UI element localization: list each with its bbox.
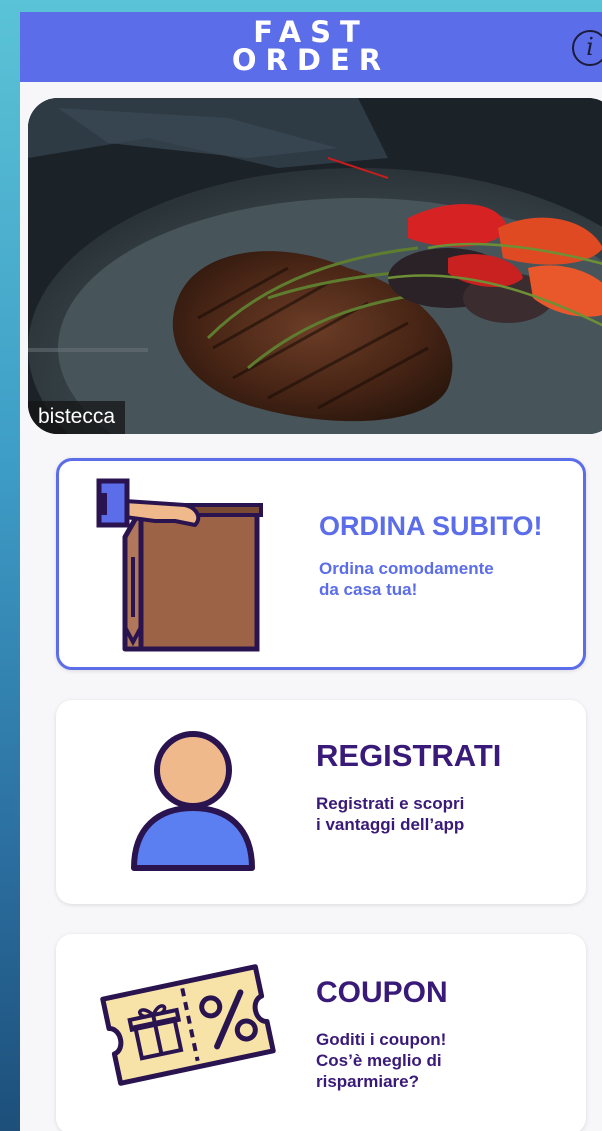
coupon-icon — [100, 964, 276, 1086]
hero-caption: bistecca — [28, 401, 126, 434]
app-screen: FAST ORDER i bistecca ORDINA SUBITO! Ord… — [20, 12, 602, 1131]
register-card[interactable]: REGISTRATI Registrati e scopri i vantagg… — [56, 700, 586, 904]
app-header: FAST ORDER i — [20, 12, 602, 82]
card-subtitle: Ordina comodamente da casa tua! — [319, 559, 494, 599]
app-title: FAST ORDER — [231, 15, 391, 77]
card-title: REGISTRATI — [316, 738, 502, 773]
card-title: ORDINA SUBITO! — [319, 511, 543, 541]
coupon-card[interactable]: COUPON Goditi i coupon! Cos’è meglio di … — [56, 934, 586, 1131]
hero-image-banner[interactable]: bistecca — [28, 98, 602, 434]
card-subtitle: Goditi i coupon! Cos’è meglio di risparm… — [316, 1030, 447, 1091]
user-icon — [131, 731, 255, 871]
takeaway-bag-icon — [96, 478, 263, 652]
info-icon[interactable]: i — [572, 30, 602, 66]
card-title: COUPON — [316, 976, 448, 1009]
grilled-steak-photo — [28, 98, 602, 434]
order-now-card[interactable]: ORDINA SUBITO! Ordina comodamente da cas… — [56, 458, 586, 670]
card-subtitle: Registrati e scopri i vantaggi dell’app — [316, 794, 465, 834]
